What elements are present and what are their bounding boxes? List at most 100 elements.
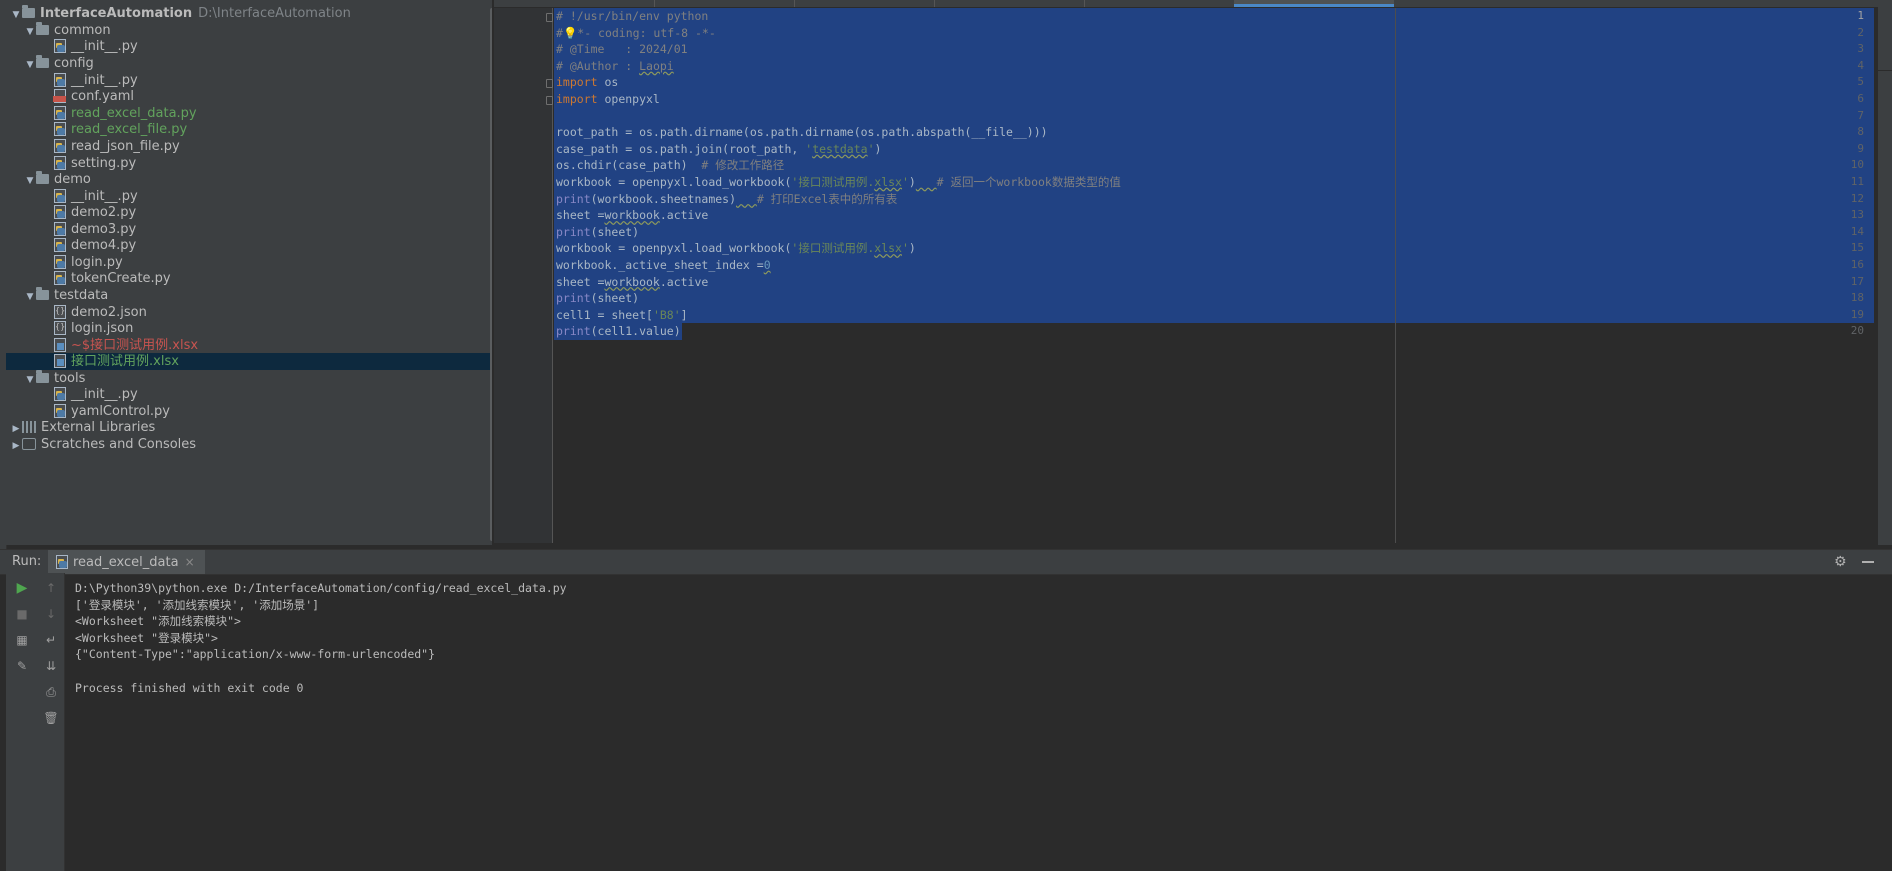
code-line[interactable]: workbook = openpyxl.load_workbook('接口测试用…	[556, 174, 1121, 191]
tree-item-demo[interactable]: ▼ demo	[6, 170, 492, 188]
code-line[interactable]: import os	[556, 74, 618, 91]
code-token: (sheet)	[590, 291, 640, 306]
tree-item-label: tools	[54, 371, 86, 386]
rerun-icon[interactable]: ▶	[13, 579, 31, 597]
code-line[interactable]: sheet =workbook.active	[556, 207, 708, 224]
editor-tab[interactable]	[934, 0, 1085, 7]
tree-item-file[interactable]: __init__.py	[6, 188, 492, 205]
code-token: # 返回一个workbook数据类型的值	[936, 175, 1121, 189]
line-number: 20	[1850, 324, 1864, 338]
code-token: '	[901, 175, 909, 189]
python-file-icon	[54, 386, 66, 401]
code-token: workbook	[604, 274, 660, 289]
tree-item-file[interactable]: demo2.json	[6, 304, 492, 321]
editor-tab[interactable]	[494, 0, 655, 7]
json-file-icon	[54, 304, 66, 319]
print-icon[interactable]: ⎙	[42, 683, 60, 701]
folder-icon	[22, 4, 35, 18]
tree-item-label: setting.py	[71, 156, 137, 171]
tree-item-external-libraries[interactable]: ▶ External Libraries	[6, 419, 492, 436]
tree-item-file[interactable]: read_json_file.py	[6, 138, 492, 155]
tree-item-file[interactable]: tokenCreate.py	[6, 270, 492, 287]
editor-tab-bar	[494, 0, 1892, 7]
tree-item-label: InterfaceAutomation	[40, 6, 193, 21]
fold-marker-icon[interactable]	[546, 96, 553, 105]
database-tool-button[interactable]	[1878, 0, 1892, 71]
soft-wrap-icon[interactable]: ↵	[42, 631, 60, 649]
code-line[interactable]: #💡*- coding: utf-8 -*-	[556, 25, 716, 42]
code-token: print	[556, 224, 591, 239]
code-token: '	[901, 241, 909, 256]
tree-item-tools[interactable]: ▼ tools	[6, 369, 492, 387]
code-line[interactable]: # @Time : 2024/01	[556, 41, 688, 58]
code-token: # @Time : 2024/01	[556, 42, 688, 57]
tree-item-scratches[interactable]: ▶ Scratches and Consoles	[6, 436, 492, 453]
code-token: root_path = os.path.dirname(os.path.dirn…	[556, 125, 1048, 140]
tree-item-file[interactable]: login.json	[6, 320, 492, 337]
tree-item-testdata[interactable]: ▼ testdata	[6, 286, 492, 304]
line-number: 5	[1857, 75, 1864, 89]
arrow-up-icon[interactable]: ↑	[42, 579, 60, 597]
code-line[interactable]: # @Author : Laopi	[556, 58, 674, 75]
run-tab[interactable]: read_excel_data ×	[48, 550, 205, 574]
tree-item-selected[interactable]: 接口测试用例.xlsx	[6, 353, 492, 370]
code-line[interactable]: # !/usr/bin/env python	[556, 8, 708, 25]
tree-item-file[interactable]: yamlControl.py	[6, 403, 492, 420]
code-line[interactable]: import openpyxl	[556, 91, 660, 108]
code-line[interactable]: print(sheet)	[556, 290, 639, 307]
right-margin-guide	[1395, 8, 1396, 543]
arrow-down-icon[interactable]: ↓	[42, 605, 60, 623]
line-number: 13	[1850, 208, 1864, 222]
tree-item-file[interactable]: __init__.py	[6, 72, 492, 89]
code-line[interactable]: sheet =workbook.active	[556, 274, 708, 291]
code-line[interactable]: workbook = openpyxl.load_workbook('接口测试用…	[556, 240, 916, 257]
tree-item-file[interactable]: ~$接口测试用例.xlsx	[6, 337, 492, 354]
tree-item-file[interactable]: read_excel_data.py	[6, 105, 492, 122]
yaml-file-icon	[53, 88, 66, 103]
scroll-to-end-icon[interactable]: ⇊	[42, 657, 60, 675]
tree-scrollbar[interactable]	[490, 8, 492, 541]
editor-tab[interactable]	[794, 0, 935, 7]
settings-icon[interactable]: ⚙	[1834, 550, 1847, 574]
code-line[interactable]: print(cell1.value)	[556, 323, 681, 340]
minimize-icon[interactable]	[1862, 561, 1874, 563]
run-label: Run:	[12, 554, 42, 569]
line-number: 8	[1857, 125, 1864, 139]
stop-icon[interactable]: ■	[13, 605, 31, 623]
tree-item-file[interactable]: demo4.py	[6, 237, 492, 254]
code-line[interactable]: workbook._active_sheet_index =0	[556, 257, 771, 274]
code-editor[interactable]: # !/usr/bin/env python #💡*- coding: utf-8…	[494, 0, 1892, 545]
code-line[interactable]: print(workbook.sheetnames) # 打印Excel表中的所…	[556, 191, 897, 208]
fold-marker-icon[interactable]	[546, 79, 553, 89]
code-line[interactable]: os.chdir(case_path) # 修改工作路径	[556, 157, 784, 174]
code-token: '	[867, 141, 875, 156]
trash-icon[interactable]: 🗑	[42, 709, 60, 727]
tree-item-file[interactable]: demo3.py	[6, 221, 492, 238]
chevron-right-icon[interactable]: ▶	[10, 438, 22, 455]
tree-item-label: login.py	[71, 255, 123, 270]
editor-tab-active[interactable]	[1234, 0, 1394, 7]
code-line[interactable]: case_path = os.path.join(root_path, 'tes…	[556, 141, 881, 158]
tree-item-config[interactable]: ▼ config	[6, 54, 492, 72]
scview-tool-button[interactable]	[1878, 72, 1892, 132]
scratches-icon	[22, 437, 36, 450]
tree-item-file[interactable]: demo2.py	[6, 204, 492, 221]
code-line[interactable]: root_path = os.path.dirname(os.path.dirn…	[556, 124, 1048, 141]
code-line[interactable]: print(sheet)	[556, 224, 639, 241]
tree-item-file[interactable]: setting.py	[6, 155, 492, 172]
tree-item-file[interactable]: login.py	[6, 254, 492, 271]
code-line[interactable]: cell1 = sheet['B8']	[556, 307, 688, 324]
editor-tab[interactable]	[1084, 0, 1235, 7]
fold-marker-icon[interactable]	[546, 13, 553, 22]
tree-item-file[interactable]: __init__.py	[6, 38, 492, 55]
close-icon[interactable]: ×	[185, 555, 195, 569]
code-token: # 打印Excel表中的所有表	[756, 191, 898, 206]
tree-item-file[interactable]: __init__.py	[6, 386, 492, 403]
layout-icon[interactable]: ▦	[13, 631, 31, 649]
editor-tab[interactable]	[654, 0, 795, 7]
tree-root[interactable]: ▼ InterfaceAutomation D:\InterfaceAutomati…	[6, 4, 492, 22]
pin-icon[interactable]: ✎	[13, 657, 31, 675]
tree-item-common[interactable]: ▼ common	[6, 21, 492, 39]
tree-item-file[interactable]: read_excel_file.py	[6, 121, 492, 138]
tree-item-file[interactable]: conf.yaml	[6, 88, 492, 105]
